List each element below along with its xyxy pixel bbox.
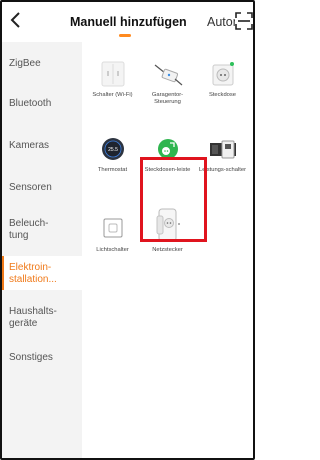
sidebar-item-other[interactable]: Sonstiges — [2, 352, 82, 364]
sidebar-item-sensors[interactable]: Sensoren — [2, 182, 82, 194]
sidebar-item-cameras[interactable]: Kameras — [2, 140, 82, 152]
thermostat-icon: 25.5 — [98, 134, 128, 164]
wall-switch-icon — [98, 59, 128, 89]
sidebar-item-lighting[interactable]: Beleuch-tung — [2, 218, 54, 242]
scan-icon[interactable] — [235, 12, 253, 30]
device-grid: Schalter (Wi-Fi) Garagentor-Steuerung St… — [82, 42, 253, 458]
tab-manual-add[interactable]: Manuell hinzufügen — [70, 15, 187, 29]
svg-text:25.5: 25.5 — [108, 147, 118, 153]
highlight-box — [140, 157, 207, 242]
device-label: Thermostat — [97, 167, 128, 173]
tab-auto-scan[interactable]: Autom — [207, 15, 237, 29]
sidebar-item-household-appliances[interactable]: Haushalts-geräte — [2, 306, 57, 330]
device-socket[interactable]: Steckdose — [195, 47, 250, 117]
device-label: Schalter (Wi-Fi) — [92, 92, 133, 98]
device-light-switch[interactable]: Lichtschalter — [85, 202, 140, 272]
active-tab-indicator — [119, 34, 131, 37]
sidebar-item-electrical-installation[interactable]: Elektroin-stallation... — [2, 256, 82, 290]
device-label: Garagentor-Steuerung — [151, 92, 184, 105]
app-frame: Manuell hinzufügen Autom ZigBee Bluetoot… — [0, 0, 255, 460]
circuit-breaker-icon — [208, 134, 238, 164]
device-label: Netzstecker — [152, 247, 183, 253]
back-chevron-icon[interactable] — [10, 8, 32, 34]
sidebar-item-zigbee[interactable]: ZigBee — [2, 58, 82, 70]
device-garage-controller[interactable]: Garagentor-Steuerung — [140, 47, 195, 117]
socket-icon — [208, 59, 238, 89]
category-sidebar: ZigBee Bluetooth Kameras Sensoren Beleuc… — [2, 42, 82, 458]
light-switch-icon — [98, 214, 128, 244]
garage-controller-icon — [153, 59, 183, 89]
device-label: Steckdose — [208, 92, 237, 98]
sidebar-item-bluetooth[interactable]: Bluetooth — [2, 98, 82, 110]
device-wifi-switch[interactable]: Schalter (Wi-Fi) — [85, 47, 140, 117]
device-label: Lichtschalter — [96, 247, 129, 253]
sidebar-item-label: Elektroin-stallation... — [9, 262, 57, 285]
device-thermostat[interactable]: 25.5 Thermostat — [85, 122, 140, 192]
top-bar: Manuell hinzufügen Autom — [2, 2, 253, 42]
